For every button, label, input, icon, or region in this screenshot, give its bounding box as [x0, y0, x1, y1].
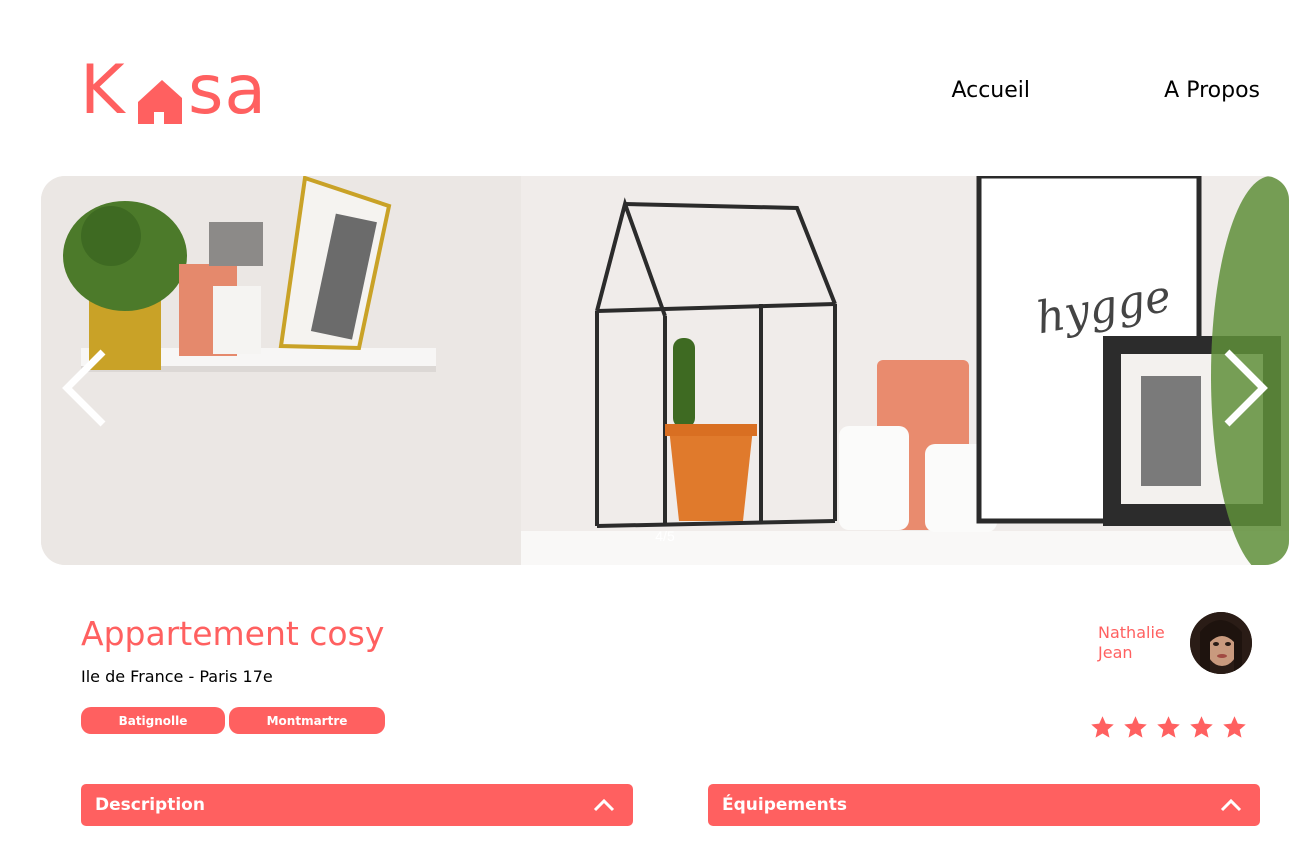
chevron-left-icon[interactable] — [61, 348, 109, 428]
listing-title: Appartement cosy — [81, 614, 385, 653]
host-name: Nathalie Jean — [1098, 623, 1174, 663]
carousel-counter: 4/5 — [655, 528, 675, 544]
host-avatar — [1190, 612, 1252, 674]
tag-list: Batignolle Montmartre — [81, 707, 385, 734]
host-last-name: Jean — [1098, 643, 1133, 662]
description-collapse[interactable]: Description — [81, 784, 633, 826]
star-icon — [1124, 716, 1147, 738]
chevron-right-icon[interactable] — [1221, 348, 1269, 428]
tag: Batignolle — [81, 707, 225, 734]
nav-link-home[interactable]: Accueil — [951, 78, 1030, 103]
chevron-up-icon[interactable] — [1220, 798, 1242, 812]
tag: Montmartre — [229, 707, 385, 734]
nav-link-about[interactable]: A Propos — [1164, 78, 1260, 103]
house-icon — [138, 80, 182, 124]
star-icon — [1190, 716, 1213, 738]
carousel-image: hygge — [41, 176, 1289, 565]
star-icon — [1091, 716, 1114, 738]
image-carousel: hygge 4/5 — [41, 176, 1289, 565]
star-icon — [1223, 716, 1246, 738]
chevron-up-icon[interactable] — [593, 798, 615, 812]
star-rating — [1089, 714, 1248, 741]
equipments-label: Équipements — [722, 795, 848, 815]
host-first-name: Nathalie — [1098, 623, 1165, 642]
equipments-collapse[interactable]: Équipements — [708, 784, 1260, 826]
description-label: Description — [95, 795, 205, 815]
star-icon — [1157, 716, 1180, 738]
logo[interactable]: K sa — [80, 51, 280, 130]
logo-letters-sa: sa — [188, 51, 268, 130]
host-info: Nathalie Jean — [1098, 612, 1252, 674]
logo-letter-k: K — [80, 51, 126, 130]
listing-location: Ile de France - Paris 17e — [81, 667, 273, 686]
